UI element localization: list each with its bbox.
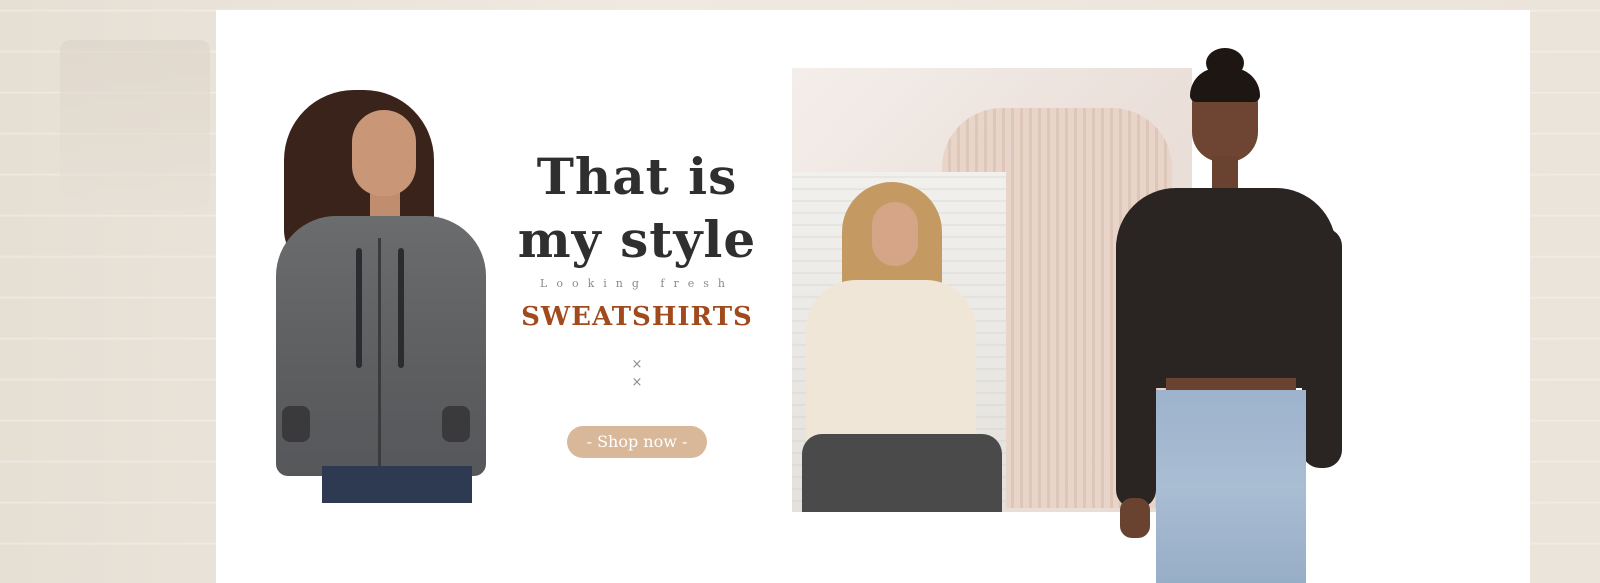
category-title: SWEATSHIRTS bbox=[521, 302, 753, 332]
shop-now-button[interactable]: - Shop now - bbox=[567, 426, 707, 458]
background-chair-image bbox=[60, 40, 210, 210]
promo-banner: That is my style Looking fresh SWEATSHIR… bbox=[216, 10, 1530, 583]
close-icon: × bbox=[631, 375, 643, 390]
model-cream-cardigan-image[interactable] bbox=[792, 172, 1006, 512]
promo-text-block: That is my style Looking fresh SWEATSHIR… bbox=[512, 145, 762, 458]
headline-line-1: That is bbox=[536, 147, 738, 206]
model-black-sweater-image[interactable] bbox=[1096, 48, 1356, 583]
model-grey-hoodie-image[interactable] bbox=[246, 88, 486, 503]
decorative-marks: × × bbox=[512, 356, 762, 392]
headline-line-2: my style bbox=[517, 210, 757, 269]
headline: That is my style bbox=[512, 145, 762, 271]
close-icon: × bbox=[631, 357, 643, 372]
tagline: Looking fresh bbox=[540, 277, 734, 290]
